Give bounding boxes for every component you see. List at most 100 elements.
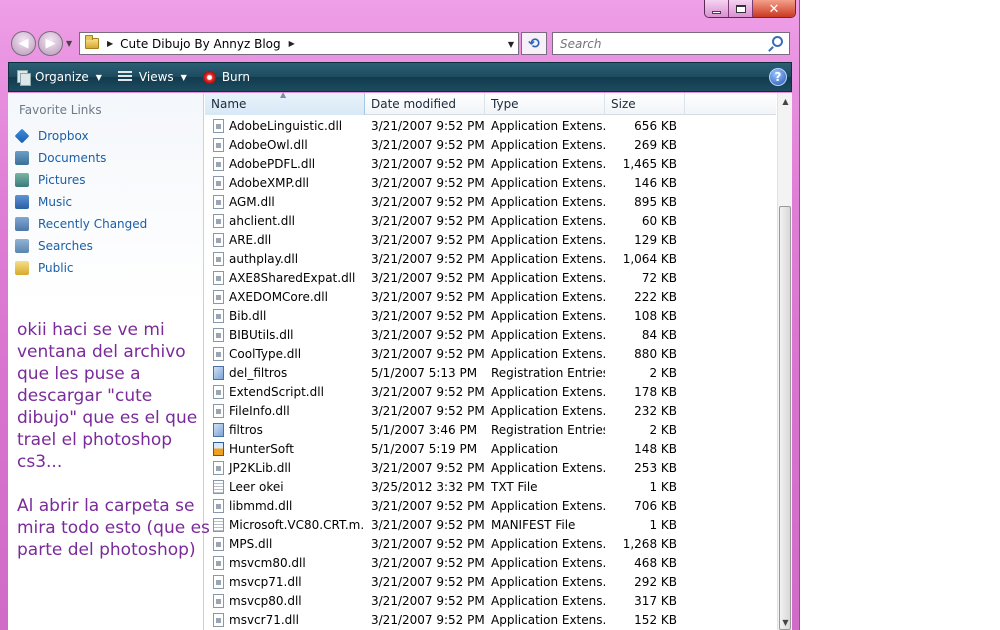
sort-ascending-icon: ▲ (280, 93, 287, 99)
forward-button[interactable]: ▶ (38, 31, 63, 56)
help-button[interactable]: ? (769, 68, 787, 86)
file-name-cell: authplay.dll (205, 251, 365, 266)
views-button[interactable]: Views ▼ (117, 70, 187, 84)
breadcrumb-current-folder[interactable]: Cute Dibujo By Annyz Blog (120, 37, 280, 51)
file-name: msvcp80.dll (229, 593, 302, 608)
breadcrumb-chevron-icon[interactable]: ▶ (289, 39, 295, 48)
file-date: 3/21/2007 9:52 PM (371, 270, 485, 285)
back-button[interactable]: ◀ (11, 31, 36, 56)
file-row[interactable]: AdobeOwl.dll 3/21/2007 9:52 PM Application… (205, 135, 776, 154)
file-size: 1,064 KB (622, 251, 677, 266)
file-row[interactable]: MPS.dll 3/21/2007 9:52 PM Application Exte… (205, 534, 776, 553)
file-row[interactable]: CoolType.dll 3/21/2007 9:52 PM Application… (205, 344, 776, 363)
file-date: 3/21/2007 9:52 PM (371, 175, 485, 190)
fav-link-dropbox[interactable]: Dropbox (14, 125, 147, 147)
file-name-cell: BIBUtils.dll (205, 327, 365, 342)
file-row[interactable]: msvcm80.dll 3/21/2007 9:52 PM Application … (205, 553, 776, 572)
search-box[interactable] (552, 32, 790, 55)
file-row[interactable]: libmmd.dll 3/21/2007 9:52 PM Application E… (205, 496, 776, 515)
fav-link-label: Documents (38, 151, 107, 165)
file-name: Microsoft.VC80.CRT.m... (229, 517, 365, 532)
organize-button[interactable]: Organize ▼ (17, 70, 102, 86)
dll-file-icon (213, 213, 224, 228)
search-input[interactable] (558, 35, 758, 52)
close-button[interactable]: ✕ (753, 0, 795, 17)
file-name: msvcm80.dll (229, 555, 306, 570)
dll-file-icon (213, 251, 224, 266)
file-type: Application Extens... (491, 612, 605, 627)
column-header-name[interactable]: ▲ Name (205, 93, 365, 115)
dll-file-icon (213, 384, 224, 399)
file-type: Application Extens... (491, 574, 605, 589)
file-row[interactable]: FileInfo.dll 3/21/2007 9:52 PM Application… (205, 401, 776, 420)
file-date: 3/21/2007 9:52 PM (371, 232, 485, 247)
file-row[interactable]: AGM.dll 3/21/2007 9:52 PM Application Exte… (205, 192, 776, 211)
address-bar[interactable]: ▶ Cute Dibujo By Annyz Blog ▶ ▼ (79, 32, 519, 55)
file-date: 3/21/2007 9:52 PM (371, 251, 485, 266)
file-row[interactable]: del_filtros 5/1/2007 5:13 PM Registration … (205, 363, 776, 382)
content-area: Favorite Links Dropbox Documents Picture… (8, 93, 792, 630)
file-size: 222 KB (634, 289, 677, 304)
file-row[interactable]: ahclient.dll 3/21/2007 9:52 PM Application… (205, 211, 776, 230)
file-row[interactable]: AXE8SharedExpat.dll 3/21/2007 9:52 PM Appl… (205, 268, 776, 287)
file-date: 5/1/2007 3:46 PM (371, 422, 478, 437)
chevron-down-icon: ▼ (95, 72, 102, 82)
minimize-button[interactable] (705, 0, 729, 17)
fav-link-music[interactable]: Music (15, 191, 147, 213)
file-row[interactable]: msvcp80.dll 3/21/2007 9:52 PM Application … (205, 591, 776, 610)
breadcrumb-chevron-icon[interactable]: ▶ (107, 39, 113, 48)
file-name-cell: del_filtros (205, 365, 365, 380)
maximize-button[interactable] (729, 0, 753, 17)
file-row[interactable]: JP2KLib.dll 3/21/2007 9:52 PM Application … (205, 458, 776, 477)
file-row[interactable]: ARE.dll 3/21/2007 9:52 PM Application Exte… (205, 230, 776, 249)
column-header-size[interactable]: Size (605, 93, 685, 115)
file-row[interactable]: Leer okei 3/25/2012 3:32 PM TXT File 1 KB (205, 477, 776, 496)
public-folder-icon (15, 261, 29, 275)
refresh-button[interactable]: ⟲ (521, 32, 547, 55)
recent-pages-dropdown[interactable]: ▼ (66, 39, 72, 48)
fav-link-searches[interactable]: Searches (15, 235, 147, 257)
file-row[interactable]: ExtendScript.dll 3/21/2007 9:52 PM Applica… (205, 382, 776, 401)
file-type: Application Extens... (491, 593, 605, 608)
dll-file-icon (213, 593, 224, 608)
column-header-date[interactable]: Date modified (365, 93, 485, 115)
scroll-down-icon[interactable]: ▼ (778, 614, 793, 630)
file-date: 3/21/2007 9:52 PM (371, 327, 485, 342)
vertical-scrollbar[interactable]: ▲ ▼ (777, 93, 792, 630)
file-row[interactable]: Microsoft.VC80.CRT.m... 3/21/2007 9:52 PM… (205, 515, 776, 534)
fav-link-documents[interactable]: Documents (15, 147, 147, 169)
fav-link-pictures[interactable]: Pictures (15, 169, 147, 191)
file-size: 1,268 KB (622, 536, 677, 551)
column-header-type[interactable]: Type (485, 93, 605, 115)
file-row[interactable]: BIBUtils.dll 3/21/2007 9:52 PM Application… (205, 325, 776, 344)
file-row[interactable]: HunterSoft 5/1/2007 5:19 PM Application 148… (205, 439, 776, 458)
file-row[interactable]: AdobePDFL.dll 3/21/2007 9:52 PM Applicatio… (205, 154, 776, 173)
burn-button[interactable]: Burn (202, 70, 250, 84)
file-row[interactable]: filtros 5/1/2007 3:46 PM Registration Entr… (205, 420, 776, 439)
scroll-up-icon[interactable]: ▲ (778, 93, 793, 109)
address-dropdown-icon[interactable]: ▼ (508, 40, 514, 49)
window-controls: ✕ (704, 0, 796, 18)
file-name-cell: filtros (205, 422, 365, 437)
file-row[interactable]: AXEDOMCore.dll 3/21/2007 9:52 PM Applicati… (205, 287, 776, 306)
txt-file-icon (213, 517, 224, 532)
dll-file-icon (213, 137, 224, 152)
file-row[interactable]: AdobeXMP.dll 3/21/2007 9:52 PM Application… (205, 173, 776, 192)
file-row[interactable]: Bib.dll 3/21/2007 9:52 PM Application Exte… (205, 306, 776, 325)
column-label: Date modified (371, 97, 457, 111)
file-row[interactable]: AdobeLinguistic.dll 3/21/2007 9:52 PM Appl… (205, 116, 776, 135)
search-icon[interactable] (772, 36, 783, 47)
fav-link-recently-changed[interactable]: Recently Changed (15, 213, 147, 235)
file-row[interactable]: msvcr71.dll 3/21/2007 9:52 PM Application … (205, 610, 776, 629)
fav-link-public[interactable]: Public (15, 257, 147, 279)
file-row[interactable]: authplay.dll 3/21/2007 9:52 PM Application… (205, 249, 776, 268)
file-name: CoolType.dll (229, 346, 302, 361)
file-size: 656 KB (634, 118, 677, 133)
file-size: 148 KB (634, 441, 677, 456)
file-name: AdobeXMP.dll (229, 175, 309, 190)
file-type: Application Extens... (491, 498, 605, 513)
file-row[interactable]: msvcp71.dll 3/21/2007 9:52 PM Application … (205, 572, 776, 591)
scrollbar-thumb[interactable] (779, 206, 791, 630)
fav-link-label: Recently Changed (38, 217, 148, 231)
back-arrow-icon: ◀ (18, 36, 29, 51)
